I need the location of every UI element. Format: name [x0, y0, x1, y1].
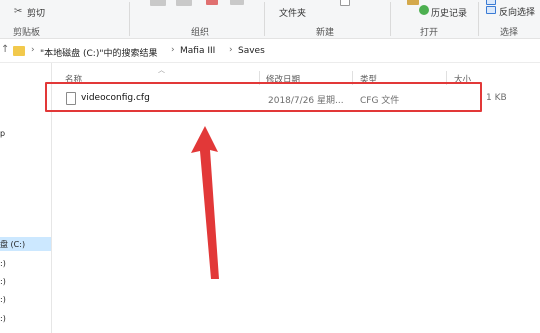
file-size: 1 KB [486, 93, 507, 103]
ribbon-divider [129, 2, 130, 36]
invert-selection-button[interactable]: 反向选择 [499, 5, 535, 18]
ribbon: ✂ 剪切 剪贴板 组织 文件夹 新建 历史记录 打开 反向选择 选择 [0, 0, 540, 39]
select-all-icon [486, 0, 496, 5]
breadcrumb-mafia-iii[interactable]: Mafia III [180, 46, 215, 56]
select-group-label: 选择 [500, 28, 519, 38]
nav-item-drive[interactable]: :) [0, 277, 6, 286]
move-icon [150, 0, 166, 6]
delete-icon [206, 0, 218, 5]
ribbon-divider [264, 2, 265, 36]
history-button[interactable]: 历史记录 [431, 6, 467, 19]
cut-button[interactable]: 剪切 [27, 6, 45, 19]
breadcrumb-separator: › [171, 45, 175, 55]
breadcrumb-search-results[interactable]: "本地磁盘 (C:)"中的搜索结果 [40, 46, 157, 59]
clipboard-group-label: 剪贴板 [13, 28, 41, 38]
sort-ascending-icon: ︿ [158, 66, 165, 74]
open-group-label: 打开 [420, 28, 439, 38]
nav-item-drive[interactable]: :) [0, 259, 6, 268]
ribbon-divider [478, 2, 479, 36]
new-item-icon [340, 0, 350, 6]
rename-icon [230, 0, 244, 5]
nav-item-app[interactable]: p [0, 129, 5, 138]
nav-item-drive[interactable]: :) [0, 295, 6, 304]
invert-selection-icon [486, 6, 496, 14]
breadcrumb-saves[interactable]: Saves [238, 46, 265, 56]
ribbon-divider [390, 2, 391, 36]
up-arrow-icon[interactable]: ↑ [1, 44, 9, 55]
folder-icon [13, 46, 25, 56]
address-bar[interactable]: ↑ › "本地磁盘 (C:)"中的搜索结果 › Mafia III › Save… [0, 41, 540, 63]
nav-item-drive[interactable]: :) [0, 314, 6, 323]
scissors-icon: ✂ [14, 6, 23, 17]
new-group-label: 新建 [316, 28, 335, 38]
breadcrumb-separator: › [229, 45, 233, 55]
new-folder-button[interactable]: 文件夹 [279, 6, 306, 19]
nav-item-local-disk-c[interactable]: 盘 (C:) [0, 237, 51, 251]
highlight-box [45, 82, 482, 112]
copy-to-icon [176, 0, 192, 6]
history-icon [419, 5, 429, 15]
organize-group-label: 组织 [191, 28, 210, 38]
properties-icon [407, 0, 419, 5]
breadcrumb-separator: › [31, 45, 35, 55]
